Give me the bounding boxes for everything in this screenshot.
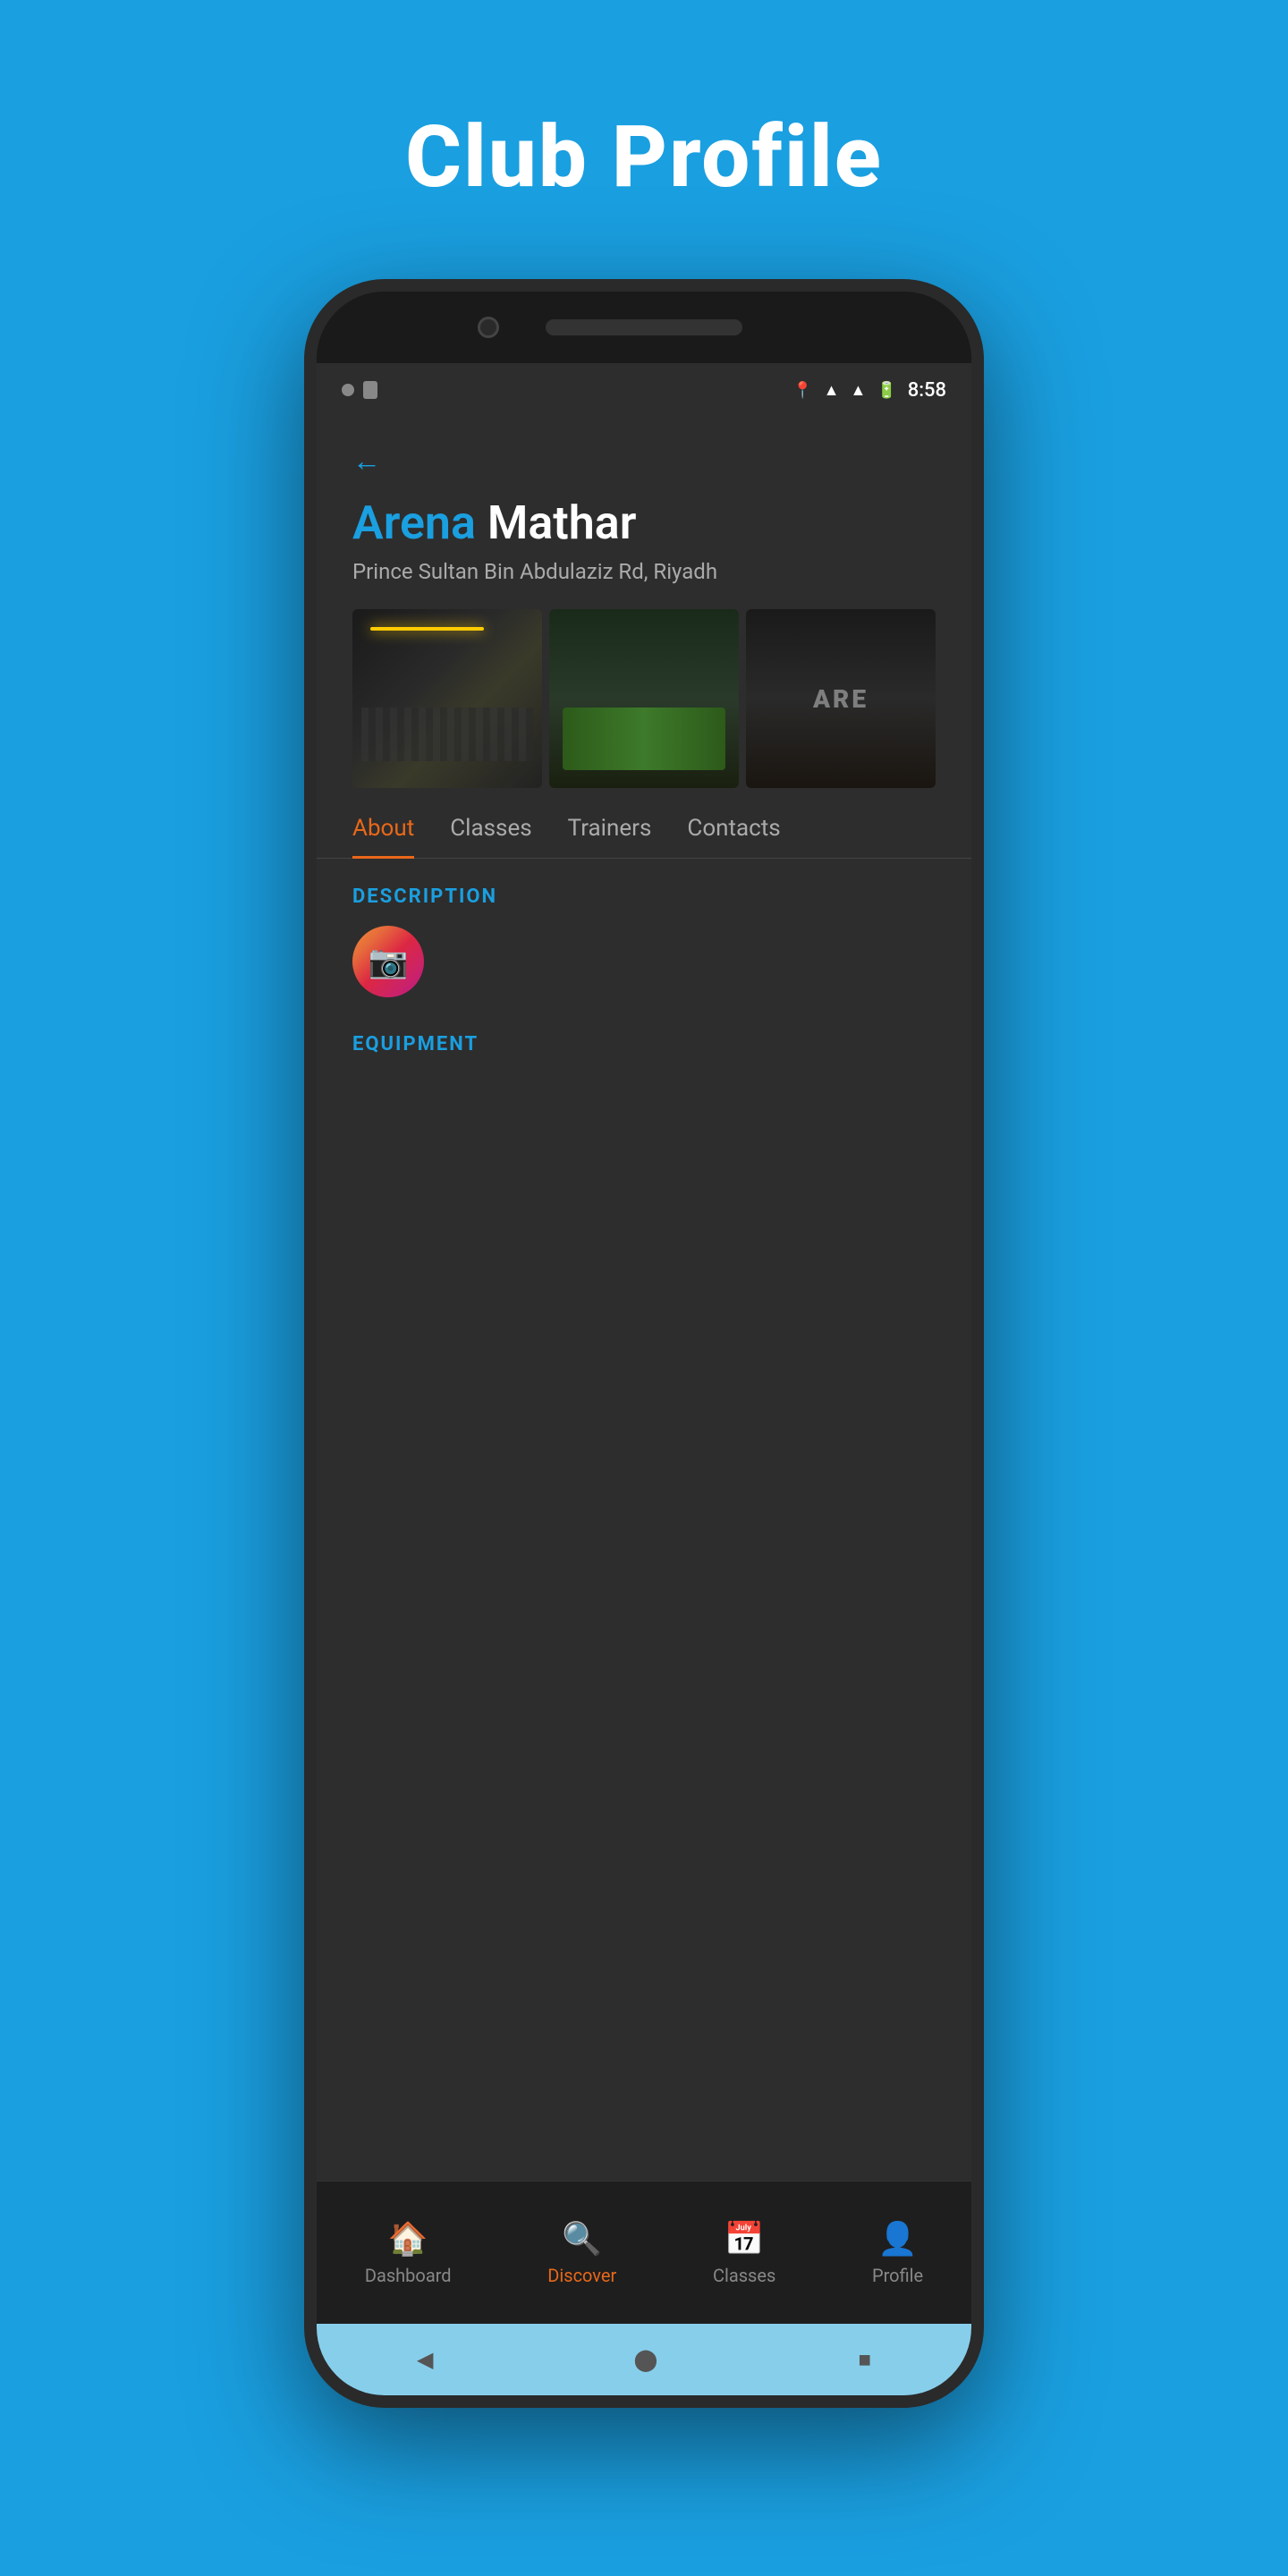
profile-icon: 👤 <box>877 2220 918 2258</box>
phone-speaker <box>546 319 742 335</box>
wifi-icon: ▲ <box>824 381 840 400</box>
app-header: ← Arena Mathar Prince Sultan Bin Abdulaz… <box>317 417 971 788</box>
bottom-nav: 🏠 Dashboard 🔍 Discover 📅 Classes 👤 Profi… <box>317 2181 971 2324</box>
front-camera <box>478 317 499 338</box>
nav-classes[interactable]: 📅 Classes <box>713 2220 775 2286</box>
club-address: Prince Sultan Bin Abdulaziz Rd, Riyadh <box>352 559 936 584</box>
volume-up-button[interactable] <box>304 649 311 721</box>
android-home-button[interactable]: ⬤ <box>634 2347 658 2372</box>
photo-gallery <box>352 609 936 788</box>
phone-notch <box>317 292 971 363</box>
status-right: 📍 ▲ ▲ 🔋 8:58 <box>792 379 946 402</box>
club-name: Arena Mathar <box>352 496 936 550</box>
nav-profile[interactable]: 👤 Profile <box>872 2220 923 2286</box>
gallery-photo-3[interactable] <box>746 609 936 788</box>
dashboard-icon: 🏠 <box>388 2220 428 2258</box>
nav-discover[interactable]: 🔍 Discover <box>547 2220 616 2286</box>
nav-discover-label: Discover <box>547 2265 616 2286</box>
nav-classes-label: Classes <box>713 2265 775 2286</box>
tab-about[interactable]: About <box>352 793 441 858</box>
discover-icon: 🔍 <box>562 2220 602 2258</box>
instagram-button[interactable]: 📷 <box>352 926 424 997</box>
nav-dashboard-label: Dashboard <box>365 2265 452 2286</box>
description-label: DESCRIPTION <box>352 886 936 908</box>
phone-shell: 📍 ▲ ▲ 🔋 8:58 ← Arena Mathar Prince Sulta… <box>304 279 984 2408</box>
android-back-button[interactable]: ◀ <box>417 2347 433 2372</box>
page-title: Club Profile <box>405 107 883 208</box>
tab-trainers[interactable]: Trainers <box>568 793 679 858</box>
status-bar: 📍 ▲ ▲ 🔋 8:58 <box>317 363 971 417</box>
tab-classes[interactable]: Classes <box>450 793 558 858</box>
signal-icon: ▲ <box>850 381 866 400</box>
volume-down-button[interactable] <box>304 748 311 837</box>
classes-icon: 📅 <box>724 2220 765 2258</box>
location-icon: 📍 <box>792 381 812 400</box>
nav-dashboard[interactable]: 🏠 Dashboard <box>365 2220 452 2286</box>
tab-contacts[interactable]: Contacts <box>687 793 807 858</box>
status-square <box>363 381 377 399</box>
battery-icon: 🔋 <box>877 381 896 400</box>
status-dot <box>342 384 354 396</box>
power-button[interactable] <box>977 649 984 721</box>
android-recents-button[interactable]: ■ <box>858 2347 871 2373</box>
content-area: DESCRIPTION 📷 EQUIPMENT <box>317 859 971 2181</box>
status-time: 8:58 <box>908 379 946 402</box>
gallery-photo-1[interactable] <box>352 609 542 788</box>
nav-profile-label: Profile <box>872 2265 923 2286</box>
gallery-photo-2[interactable] <box>549 609 739 788</box>
status-left <box>342 381 377 399</box>
tabs-bar: About Classes Trainers Contacts <box>317 793 971 859</box>
club-name-first: Arena <box>352 496 476 550</box>
equipment-label: EQUIPMENT <box>352 1033 936 1055</box>
app-screen: ← Arena Mathar Prince Sultan Bin Abdulaz… <box>317 417 971 2395</box>
club-name-second: Mathar <box>487 496 637 550</box>
android-nav-bar: ◀ ⬤ ■ <box>317 2324 971 2395</box>
back-button[interactable]: ← <box>352 444 936 478</box>
instagram-icon: 📷 <box>369 943 409 980</box>
